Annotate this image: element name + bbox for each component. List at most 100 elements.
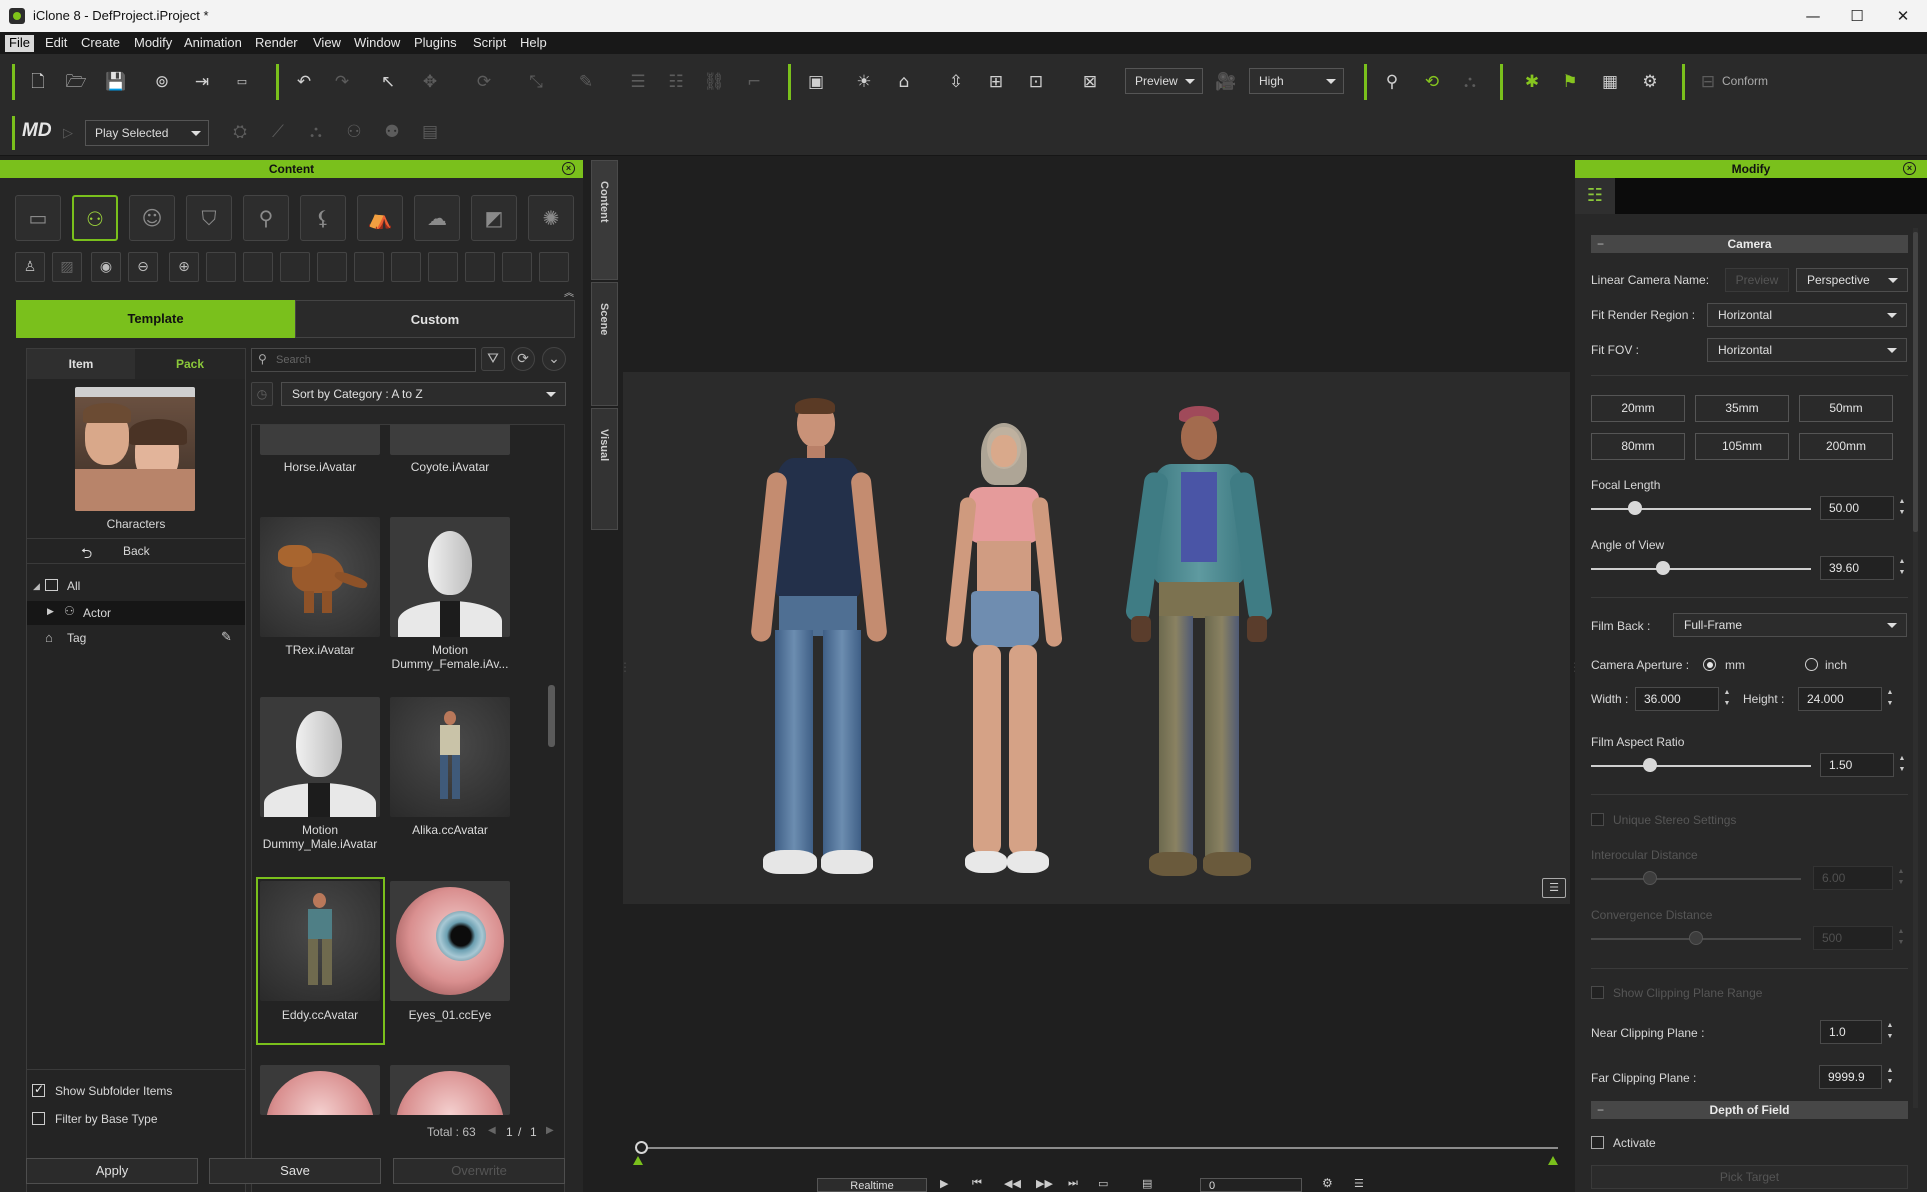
- focal-length-slider[interactable]: [1591, 508, 1811, 510]
- coyote-thumbnail[interactable]: [390, 425, 510, 455]
- apply-button[interactable]: Apply: [26, 1158, 198, 1184]
- empty-slot[interactable]: [354, 252, 384, 282]
- menu-animation[interactable]: Animation: [180, 35, 246, 52]
- tab-template[interactable]: Template: [16, 300, 295, 338]
- tab-item[interactable]: Item: [27, 349, 135, 379]
- goto-start-icon[interactable]: ⏮: [972, 1177, 982, 1190]
- tree-all[interactable]: All: [67, 579, 80, 593]
- far-clip-spinner[interactable]: ▲ ▼: [1884, 1065, 1896, 1089]
- characters-category-icon[interactable]: ⚇: [72, 195, 118, 241]
- near-clip-input[interactable]: 1.0: [1820, 1020, 1882, 1044]
- aperture-height-spinner[interactable]: ▲ ▼: [1884, 687, 1896, 711]
- empty-slot[interactable]: [391, 252, 421, 282]
- timeline-track[interactable]: [640, 1147, 1558, 1149]
- unit-inch-radio[interactable]: [1805, 658, 1818, 671]
- eddy-character[interactable]: [1123, 406, 1274, 887]
- collapse-chevron-icon[interactable]: ︽: [564, 284, 574, 299]
- goto-end-icon[interactable]: ⏭: [1068, 1177, 1078, 1190]
- folder-category-icon[interactable]: ▭: [15, 195, 61, 241]
- focal-preset-200mm[interactable]: 200mm: [1799, 433, 1893, 460]
- timeline-settings-icon[interactable]: ▤: [1142, 1177, 1152, 1190]
- overwrite-button[interactable]: Overwrite: [393, 1158, 565, 1184]
- motion-dummy-female-thumbnail[interactable]: [390, 517, 510, 637]
- film-aspect-input[interactable]: 1.50: [1820, 753, 1894, 777]
- menu-modify[interactable]: Modify: [130, 35, 176, 52]
- preview-mode-dropdown[interactable]: Preview: [1125, 68, 1203, 94]
- motion-category-icon[interactable]: ⚸: [300, 195, 346, 241]
- focal-preset-20mm[interactable]: 20mm: [1591, 395, 1685, 422]
- conform-button-label[interactable]: Conform: [1722, 74, 1768, 88]
- fit-all-icon[interactable]: ⊞: [982, 68, 1010, 96]
- empty-slot[interactable]: [317, 252, 347, 282]
- clothing-category-icon[interactable]: ⛉: [186, 195, 232, 241]
- side-tab-visual[interactable]: Visual: [591, 408, 618, 530]
- camera-preview-button[interactable]: Preview: [1725, 268, 1789, 292]
- usd-export-icon[interactable]: ▭: [228, 68, 256, 96]
- side-tab-content[interactable]: Content: [591, 160, 618, 280]
- edit-tag-pencil-icon[interactable]: ✎: [221, 629, 232, 645]
- alika-thumbnail[interactable]: [390, 697, 510, 817]
- tree-expand-icon[interactable]: ◢: [33, 581, 40, 592]
- calendar-icon[interactable]: ▦: [1596, 68, 1624, 96]
- interocular-spinner[interactable]: ▲ ▼: [1895, 866, 1907, 890]
- film-aspect-spinner[interactable]: ▲ ▼: [1896, 753, 1908, 777]
- minimize-button[interactable]: —: [1790, 0, 1836, 32]
- move-icon[interactable]: ✥: [416, 68, 444, 96]
- undo-icon[interactable]: ↶: [290, 68, 318, 96]
- tab-pack[interactable]: Pack: [135, 349, 245, 379]
- motion-dummy-male-thumbnail[interactable]: [260, 697, 380, 817]
- angle-of-view-input[interactable]: 39.60: [1820, 556, 1894, 580]
- new-file-icon[interactable]: 🗋: [24, 68, 52, 96]
- male-character[interactable]: [750, 398, 888, 882]
- timeline-menu-icon[interactable]: ☰: [1354, 1177, 1364, 1190]
- female-character[interactable]: [943, 423, 1063, 887]
- quality-dropdown[interactable]: High: [1249, 68, 1344, 94]
- empty-slot[interactable]: [206, 252, 236, 282]
- play-selected-dropdown[interactable]: Play Selected: [85, 120, 209, 146]
- tree-collapse-icon[interactable]: ▶: [47, 606, 54, 617]
- empty-slot[interactable]: [280, 252, 310, 282]
- md-play-icon[interactable]: ▷: [54, 120, 82, 148]
- interocular-input[interactable]: 6.00: [1813, 866, 1893, 890]
- aperture-width-spinner[interactable]: ▲ ▼: [1721, 687, 1733, 711]
- md-tool-6-icon[interactable]: ▤: [416, 118, 444, 146]
- show-clipping-checkbox[interactable]: [1591, 986, 1604, 999]
- show-subfolder-checkbox[interactable]: ✓: [32, 1082, 45, 1097]
- menu-window[interactable]: Window: [350, 35, 404, 52]
- thumbnail-scrollbar[interactable]: [548, 685, 555, 747]
- modify-panel-close-icon[interactable]: ×: [1903, 162, 1916, 175]
- fit-fov-dropdown[interactable]: Horizontal: [1707, 338, 1907, 362]
- prev-page-icon[interactable]: ◀: [488, 1125, 496, 1136]
- actor-sub-icon[interactable]: ♙: [15, 252, 45, 282]
- empty-slot[interactable]: [428, 252, 458, 282]
- 3d-viewport[interactable]: ☰: [623, 372, 1570, 904]
- eyes-thumbnail-partial[interactable]: [260, 1065, 380, 1115]
- angle-of-view-spinner[interactable]: ▲ ▼: [1896, 556, 1908, 580]
- menu-plugins[interactable]: Plugins: [410, 35, 461, 52]
- camera-view-icon[interactable]: ⊠: [1076, 68, 1104, 96]
- distribute-icon[interactable]: ☷: [662, 68, 690, 96]
- menu-help[interactable]: Help: [516, 35, 551, 52]
- sort-order-icon[interactable]: ◷: [251, 382, 273, 406]
- timeline-playhead[interactable]: [635, 1141, 648, 1154]
- menu-view[interactable]: View: [309, 35, 345, 52]
- unique-stereo-checkbox[interactable]: [1591, 813, 1604, 826]
- timeline-start-marker[interactable]: [633, 1156, 643, 1165]
- focal-preset-105mm[interactable]: 105mm: [1695, 433, 1789, 460]
- pick-target-button[interactable]: Pick Target: [1591, 1165, 1908, 1189]
- paint-icon[interactable]: ✎: [572, 68, 600, 96]
- interocular-slider[interactable]: [1591, 878, 1801, 880]
- angle-of-view-slider[interactable]: [1591, 568, 1811, 570]
- projection-dropdown[interactable]: Perspective: [1796, 268, 1908, 292]
- focal-length-input[interactable]: 50.00: [1820, 496, 1894, 520]
- next-frame-icon[interactable]: ▶▶: [1036, 1177, 1053, 1190]
- md-tool-5-icon[interactable]: ⚉: [378, 118, 406, 146]
- dof-section-header[interactable]: − Depth of Field: [1591, 1101, 1908, 1119]
- tab-custom[interactable]: Custom: [295, 300, 575, 338]
- side-tab-scene[interactable]: Scene: [591, 282, 618, 406]
- content-panel-close-icon[interactable]: ×: [562, 162, 575, 175]
- stage-category-icon[interactable]: ⛺: [357, 195, 403, 241]
- back-button[interactable]: ⮌ Back: [27, 538, 245, 564]
- eddy-thumbnail[interactable]: [260, 881, 380, 1001]
- menu-render[interactable]: Render: [251, 35, 302, 52]
